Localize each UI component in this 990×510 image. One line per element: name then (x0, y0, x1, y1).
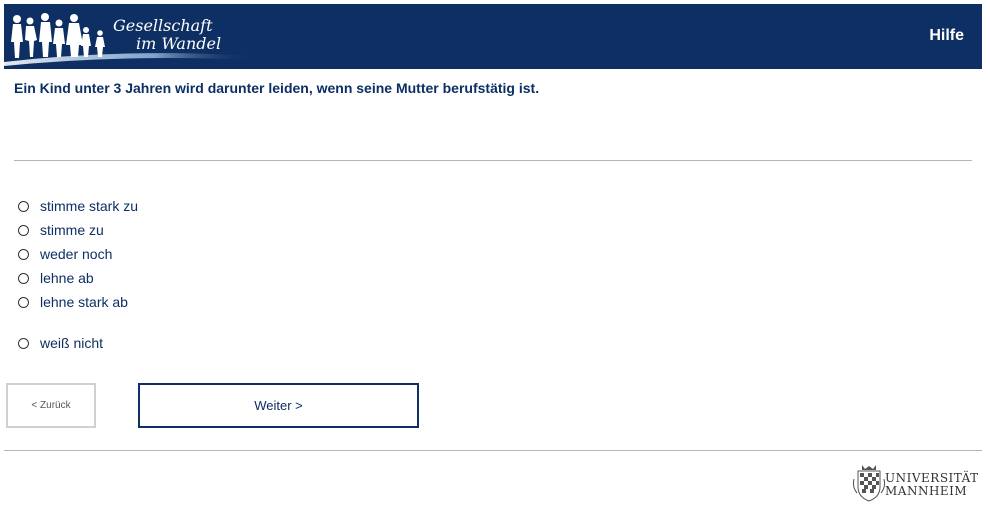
help-link[interactable]: Hilfe (929, 27, 964, 45)
question-text: Ein Kind unter 3 Jahren wird darunter le… (14, 80, 540, 96)
option-weiss-nicht[interactable]: weiß nicht (18, 334, 103, 352)
option-weder-noch[interactable]: weder noch (18, 245, 112, 263)
radio-button[interactable] (18, 248, 29, 260)
radio-button[interactable] (18, 337, 29, 349)
logo-title-line1: Gesellschaft (113, 16, 213, 35)
divider (14, 160, 972, 161)
option-label: lehne stark ab (40, 294, 128, 310)
option-stimme-zu[interactable]: stimme zu (18, 221, 104, 239)
option-label: weder noch (40, 246, 113, 262)
option-lehne-stark-ab[interactable]: lehne stark ab (18, 293, 128, 311)
next-button[interactable]: Weiter > (138, 383, 419, 428)
footer-divider (4, 450, 982, 451)
university-name-line2: MANNHEIM (885, 484, 968, 498)
option-label: weiß nicht (40, 335, 104, 351)
radio-button[interactable] (18, 272, 29, 284)
back-button[interactable]: < Zurück (6, 383, 96, 428)
logo-title-line2: im Wandel (136, 34, 222, 53)
option-stimme-stark-zu[interactable]: stimme stark zu (18, 197, 138, 215)
radio-button[interactable] (18, 296, 29, 308)
option-label: lehne ab (40, 270, 94, 286)
radio-button[interactable] (18, 224, 29, 236)
option-lehne-ab[interactable]: lehne ab (18, 269, 94, 287)
radio-button[interactable] (18, 200, 29, 212)
option-label: stimme zu (40, 222, 104, 238)
header-banner: Gesellschaft im Wandel Hilfe (4, 4, 982, 69)
option-label: stimme stark zu (40, 198, 139, 214)
